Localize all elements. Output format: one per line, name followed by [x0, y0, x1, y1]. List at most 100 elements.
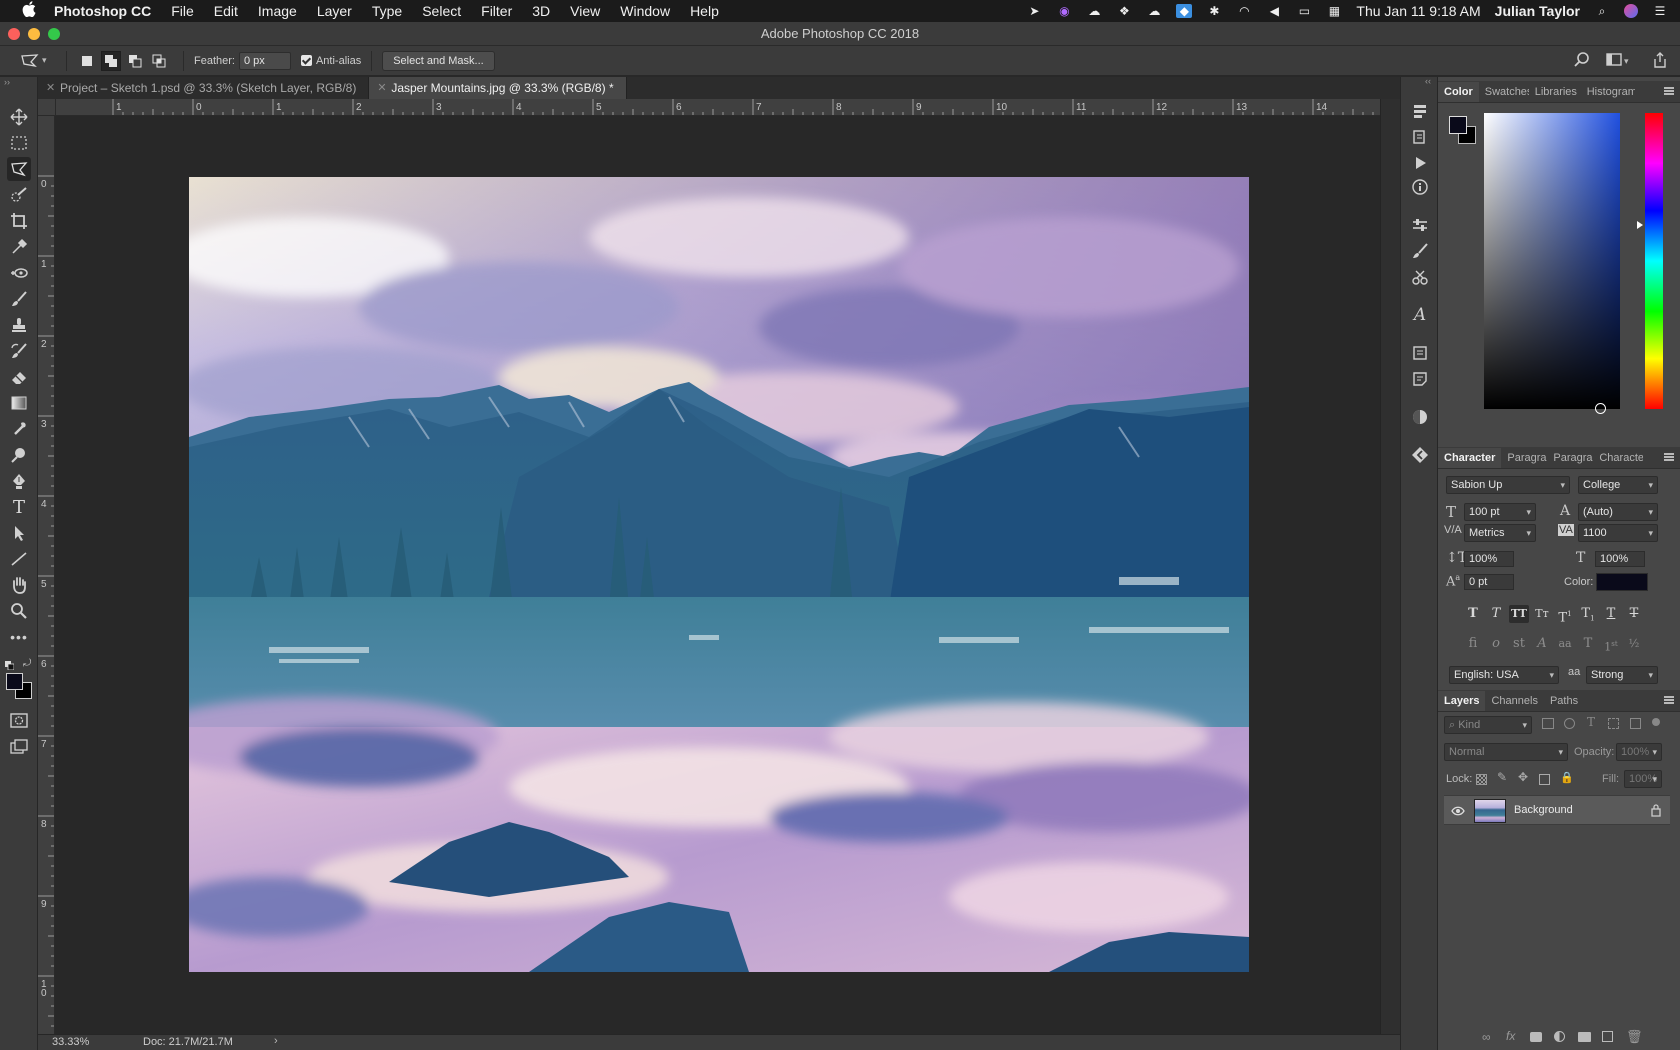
- close-window-button[interactable]: [8, 28, 20, 40]
- marquee-tool[interactable]: [7, 131, 31, 155]
- vertical-ruler[interactable]: 012345678910: [38, 116, 55, 1034]
- color-foreground-swatch[interactable]: [1449, 116, 1467, 134]
- tool-preset-picker[interactable]: ▾: [20, 53, 56, 69]
- apple-icon[interactable]: [20, 1, 38, 21]
- filter-type-icon[interactable]: T: [1587, 715, 1595, 729]
- search-icon[interactable]: [1574, 52, 1590, 68]
- feather-input[interactable]: 0 px: [238, 51, 291, 70]
- fill-input[interactable]: 100%: [1624, 770, 1662, 788]
- stylistic-alternates-button[interactable]: aa: [1555, 635, 1575, 653]
- new-layer-icon[interactable]: [1602, 1031, 1613, 1042]
- chevron-right-icon[interactable]: ›: [274, 1035, 278, 1047]
- visibility-eye-icon[interactable]: [1451, 805, 1465, 819]
- collapse-toolbar-icon[interactable]: ››: [4, 77, 10, 87]
- menu-3d[interactable]: 3D: [532, 3, 550, 19]
- ordinals-button[interactable]: 1st: [1601, 635, 1621, 654]
- battery-icon[interactable]: ▭: [1296, 4, 1312, 18]
- tab-channels[interactable]: Channels: [1485, 691, 1543, 711]
- tab-character-styles[interactable]: Character Styles: [1593, 448, 1643, 468]
- paragraph-styles-icon[interactable]: [1410, 343, 1430, 363]
- vpn-icon[interactable]: ◆: [1176, 4, 1193, 18]
- line-tool[interactable]: [7, 547, 31, 571]
- add-mask-icon[interactable]: [1530, 1032, 1542, 1042]
- tab-paragraph-styles[interactable]: Paragraph Styles: [1547, 448, 1593, 468]
- document-image[interactable]: [189, 177, 1249, 972]
- brush-tool[interactable]: [7, 287, 31, 311]
- menu-layer[interactable]: Layer: [317, 3, 352, 19]
- collapse-dock-icon[interactable]: ‹‹: [1425, 76, 1431, 86]
- underline-button[interactable]: T: [1601, 605, 1621, 623]
- close-tab-icon[interactable]: ✕: [46, 77, 55, 99]
- screen-mode-button[interactable]: [7, 735, 31, 759]
- lasso-tool[interactable]: [7, 157, 31, 181]
- ruler-origin[interactable]: [38, 99, 56, 116]
- font-family-dropdown[interactable]: Sabion Up: [1446, 476, 1570, 494]
- filter-toggle-icon[interactable]: [1652, 718, 1660, 726]
- app-status-icon[interactable]: ◉: [1056, 4, 1072, 18]
- tab-swatches[interactable]: Swatches: [1479, 82, 1529, 102]
- history-panel-icon[interactable]: [1410, 127, 1430, 147]
- baseline-shift-input[interactable]: 0 pt: [1464, 574, 1514, 590]
- siri-icon[interactable]: [1624, 4, 1638, 18]
- fractions-button[interactable]: ½: [1624, 635, 1644, 653]
- zoom-tool[interactable]: [7, 599, 31, 623]
- lock-image-icon[interactable]: ✎: [1497, 770, 1507, 784]
- subscript-button[interactable]: T1: [1578, 605, 1598, 623]
- panel-menu-icon[interactable]: [1664, 453, 1674, 461]
- move-tool[interactable]: [7, 105, 31, 129]
- hand-tool[interactable]: [7, 573, 31, 597]
- close-tab-icon[interactable]: ✕: [377, 77, 386, 99]
- tab-paths[interactable]: Paths: [1544, 691, 1584, 711]
- menu-type[interactable]: Type: [372, 3, 402, 19]
- small-caps-button[interactable]: Tт: [1532, 605, 1552, 623]
- strikethrough-button[interactable]: T: [1624, 605, 1644, 623]
- location-arrow-icon[interactable]: ➤: [1026, 4, 1042, 18]
- menu-select[interactable]: Select: [422, 3, 461, 19]
- filter-pixel-icon[interactable]: [1542, 718, 1554, 729]
- leading-dropdown[interactable]: (Auto): [1578, 503, 1658, 521]
- anti-alias-dropdown[interactable]: Strong: [1586, 666, 1658, 684]
- intersect-selection-button[interactable]: [149, 51, 169, 71]
- tab-jasper-mountains[interactable]: ✕ Jasper Mountains.jpg @ 33.3% (RGB/8) *: [369, 77, 627, 99]
- app-menu[interactable]: Photoshop CC: [54, 3, 151, 19]
- libraries-panel-icon[interactable]: [1410, 101, 1430, 121]
- menu-filter[interactable]: Filter: [481, 3, 512, 19]
- workspace-switcher-icon[interactable]: ▾: [1606, 53, 1630, 70]
- subtract-from-selection-button[interactable]: [125, 51, 145, 71]
- anti-alias-checkbox[interactable]: Anti-alias: [300, 55, 361, 67]
- swap-colors-icon[interactable]: ⤾: [23, 658, 31, 669]
- contextual-alternates-button[interactable]: o: [1486, 635, 1506, 653]
- user-name[interactable]: Julian Taylor: [1495, 3, 1580, 19]
- info-icon[interactable]: [1410, 177, 1430, 197]
- adjustment-layer-icon[interactable]: [1554, 1031, 1565, 1042]
- new-selection-button[interactable]: [77, 51, 97, 71]
- minimize-window-button[interactable]: [28, 28, 40, 40]
- lock-all-icon[interactable]: 🔒: [1560, 771, 1574, 784]
- brush-settings-icon[interactable]: [1410, 241, 1430, 261]
- glyphs-icon[interactable]: A: [1410, 305, 1430, 325]
- zoom-level[interactable]: 33.33%: [52, 1036, 89, 1048]
- all-caps-button[interactable]: TT: [1509, 605, 1529, 623]
- tab-project-sketch[interactable]: ✕ Project – Sketch 1.psd @ 33.3% (Sketch…: [38, 77, 370, 99]
- vertical-scale-input[interactable]: 100%: [1464, 551, 1514, 567]
- discretionary-ligatures-button[interactable]: st: [1509, 635, 1529, 653]
- dodge-tool[interactable]: [7, 443, 31, 467]
- font-style-dropdown[interactable]: College: [1578, 476, 1658, 494]
- panel-menu-icon[interactable]: [1664, 87, 1674, 95]
- filter-adjustment-icon[interactable]: [1564, 718, 1575, 729]
- vertical-scrollbar[interactable]: [1380, 99, 1400, 1034]
- foreground-color-swatch[interactable]: [6, 673, 23, 690]
- zoom-window-button[interactable]: [48, 28, 60, 40]
- link-layers-icon[interactable]: ∞: [1482, 1030, 1491, 1044]
- layer-row[interactable]: Background: [1444, 795, 1670, 825]
- eraser-tool[interactable]: [7, 365, 31, 389]
- type-tool[interactable]: T: [7, 495, 31, 519]
- language-dropdown[interactable]: English: USA: [1449, 666, 1559, 684]
- volume-icon[interactable]: ◀: [1266, 4, 1282, 18]
- menu-edit[interactable]: Edit: [214, 3, 238, 19]
- filter-smart-object-icon[interactable]: [1630, 718, 1641, 729]
- blur-tool[interactable]: [7, 417, 31, 441]
- lock-transparent-icon[interactable]: [1476, 774, 1487, 785]
- tracking-dropdown[interactable]: 1100: [1578, 524, 1658, 542]
- extension-icon[interactable]: [1410, 445, 1430, 465]
